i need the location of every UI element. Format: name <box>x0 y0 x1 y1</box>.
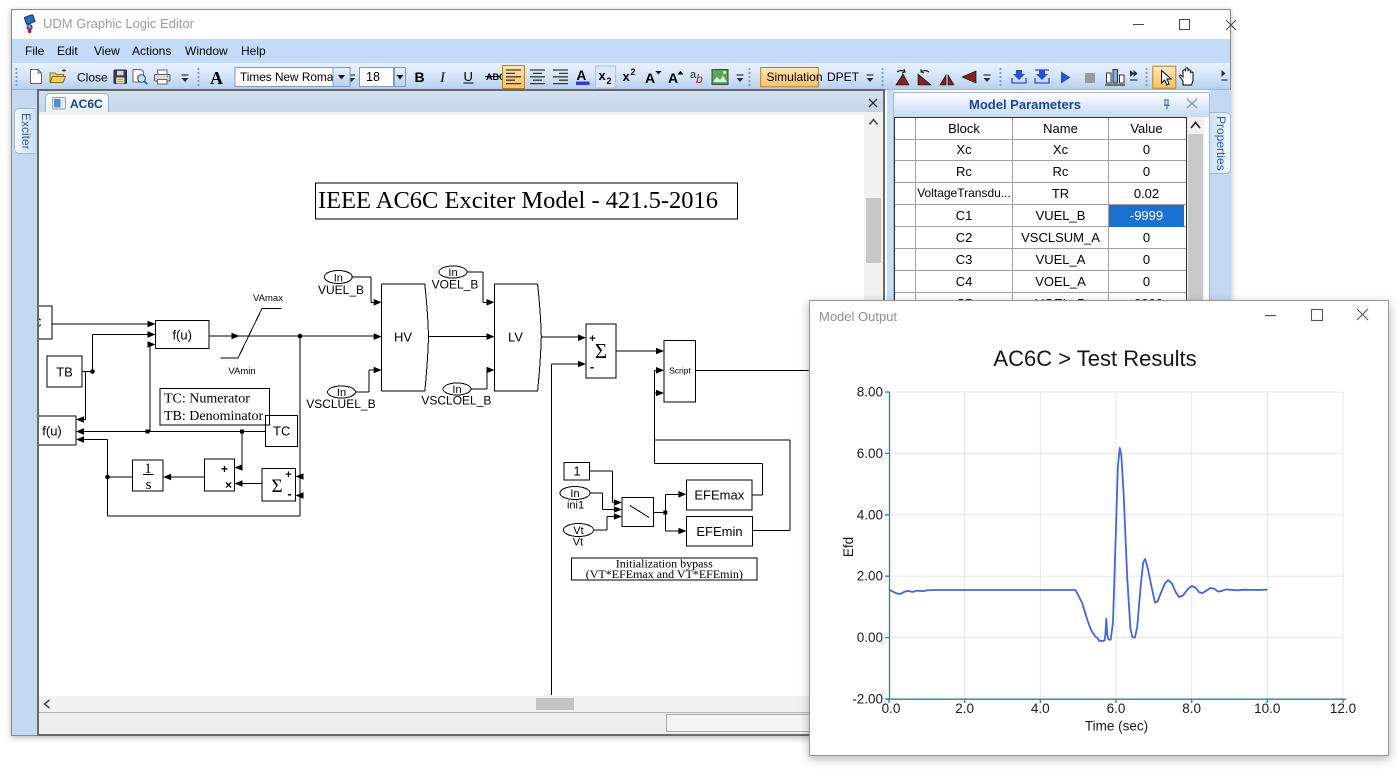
svg-text:-2.00: -2.00 <box>852 692 883 707</box>
svg-text:4.00: 4.00 <box>857 507 883 522</box>
svg-text:A: A <box>577 68 587 83</box>
svg-text:TC: TC <box>273 424 290 439</box>
svg-text:b: b <box>696 72 703 86</box>
svg-text:Time (sec): Time (sec) <box>1085 719 1148 734</box>
svg-text:In: In <box>570 488 579 500</box>
svg-text:TB: Denominator: TB: Denominator <box>164 409 263 424</box>
svg-text:Close: Close <box>77 71 108 85</box>
svg-text:Simulation: Simulation <box>767 70 823 84</box>
svg-text:2: 2 <box>631 67 636 77</box>
svg-text:B: B <box>415 69 425 85</box>
svg-text:VOEL_B: VOEL_B <box>432 278 479 292</box>
svg-text:18: 18 <box>366 70 380 84</box>
svg-text:LV: LV <box>508 330 523 345</box>
svg-text:VUEL_B: VUEL_B <box>318 283 364 297</box>
svg-text:0.0: 0.0 <box>882 701 901 716</box>
svg-text:(VT*EFEmax and VT*EFEmin): (VT*EFEmax and VT*EFEmin) <box>586 567 743 581</box>
svg-text:C: C <box>39 315 42 330</box>
svg-text:f(u): f(u) <box>172 328 192 343</box>
svg-text:DPET: DPET <box>827 70 860 84</box>
svg-text:8.0: 8.0 <box>1182 701 1201 716</box>
svg-text:A: A <box>668 70 678 86</box>
svg-text:VSCLUEL_B: VSCLUEL_B <box>306 397 375 411</box>
svg-text:6.00: 6.00 <box>857 446 883 461</box>
svg-text:IEEE AC6C Exciter Model - 421.: IEEE AC6C Exciter Model - 421.5-2016 <box>318 187 718 214</box>
svg-text:VAmin: VAmin <box>228 366 255 377</box>
svg-text:Vt: Vt <box>573 537 583 549</box>
svg-text:+: + <box>589 333 595 345</box>
svg-text:Script: Script <box>669 366 691 376</box>
svg-text:TC: Numerator: TC: Numerator <box>164 392 250 407</box>
svg-text:×: × <box>225 478 232 492</box>
svg-text:EFEmax: EFEmax <box>694 488 744 503</box>
svg-text:+: + <box>221 462 228 476</box>
svg-text:A: A <box>645 70 655 86</box>
svg-text:2.0: 2.0 <box>955 701 974 716</box>
svg-text:x: x <box>623 69 631 84</box>
svg-text:A: A <box>210 68 223 88</box>
svg-text:VAmax: VAmax <box>253 293 283 304</box>
svg-text:Times New Roman: Times New Roman <box>240 70 340 84</box>
svg-text:x: x <box>599 68 607 83</box>
svg-text:s: s <box>146 477 152 493</box>
svg-text:0.00: 0.00 <box>857 630 883 645</box>
svg-text:HV: HV <box>394 330 412 345</box>
svg-text:1: 1 <box>573 464 580 479</box>
svg-text:Efd: Efd <box>841 537 856 557</box>
svg-text:VSCLOEL_B: VSCLOEL_B <box>421 394 491 408</box>
svg-text:Σ: Σ <box>595 339 607 363</box>
svg-text:8.00: 8.00 <box>857 385 883 400</box>
svg-text:ini1: ini1 <box>567 500 584 512</box>
svg-text:Σ: Σ <box>271 476 282 497</box>
svg-text:f(u): f(u) <box>42 424 62 439</box>
svg-text:I: I <box>439 70 446 86</box>
svg-text:-: - <box>287 486 291 501</box>
svg-text:6.0: 6.0 <box>1107 701 1126 716</box>
svg-text:+: + <box>285 469 291 481</box>
svg-text:2.00: 2.00 <box>857 569 883 584</box>
svg-text:-: - <box>590 359 594 374</box>
svg-text:Vt: Vt <box>573 525 583 537</box>
svg-text:4.0: 4.0 <box>1031 701 1050 716</box>
svg-text:U: U <box>464 69 473 84</box>
svg-text:12.0: 12.0 <box>1330 701 1356 716</box>
svg-text:EFEmin: EFEmin <box>696 524 742 539</box>
svg-text:10.0: 10.0 <box>1254 701 1280 716</box>
svg-text:TB: TB <box>56 365 73 380</box>
svg-text:2: 2 <box>607 76 612 86</box>
